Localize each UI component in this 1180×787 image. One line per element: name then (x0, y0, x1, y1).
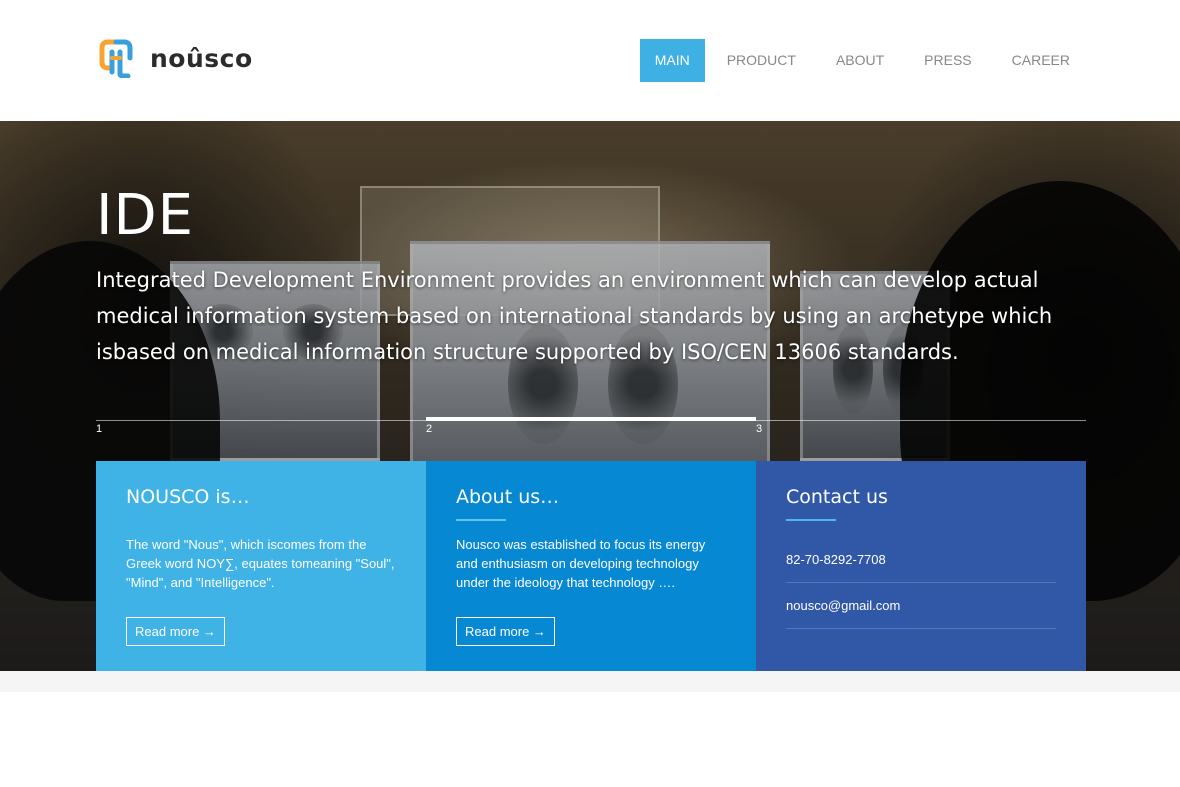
contact-email[interactable]: nousco@gmail.com (786, 583, 1056, 629)
main-nav: MAIN PRODUCT ABOUT PRESS CAREER (636, 39, 1088, 82)
panel-title: Contact us (786, 486, 888, 508)
panel-title: NOUSCO is… (126, 486, 250, 508)
contact-list: 82-70-8292-7708 nousco@gmail.com (786, 537, 1056, 629)
nav-item-product[interactable]: PRODUCT (709, 39, 814, 82)
nav-item-press[interactable]: PRESS (906, 39, 989, 82)
panel-text: The word "Nous", which iscomes from the … (126, 537, 395, 590)
nousco-logo-icon (99, 39, 133, 78)
read-more-button[interactable]: Read more → (456, 617, 555, 646)
hero-title: IDE (96, 183, 195, 248)
nav-item-main[interactable]: MAIN (639, 39, 705, 82)
contact-phone[interactable]: 82-70-8292-7708 (786, 537, 1056, 583)
panel-nousco: NOUSCO is… The word "Nous", which iscome… (96, 461, 426, 671)
divider (456, 519, 506, 521)
nav-item-about[interactable]: ABOUT (818, 39, 902, 82)
panel-about: About us… Nousco was established to focu… (426, 461, 756, 671)
slide-indicator-1[interactable]: 1 (96, 423, 102, 435)
site-header: noûsco MAIN PRODUCT ABOUT PRESS CAREER (0, 0, 1180, 121)
panel-title: About us… (456, 486, 560, 508)
divider (786, 519, 836, 521)
divider (126, 519, 176, 521)
brand-name: noûsco (150, 43, 253, 73)
slide-indicator-3[interactable]: 3 (756, 423, 762, 435)
hero-description: Integrated Development Environment provi… (96, 268, 1053, 364)
panel-text: Nousco was established to focus its ener… (456, 537, 706, 590)
slide-indicator-2[interactable]: 2 (426, 423, 432, 435)
hero-banner: IDE Integrated Development Environment p… (0, 121, 1180, 671)
slider-active-indicator (426, 417, 756, 421)
nav-item-career[interactable]: CAREER (994, 39, 1088, 82)
panel-contact: Contact us 82-70-8292-7708 nousco@gmail.… (756, 461, 1086, 671)
logo[interactable]: noûsco (96, 38, 253, 78)
footer-band (0, 671, 1180, 692)
read-more-button[interactable]: Read more → (126, 617, 225, 646)
